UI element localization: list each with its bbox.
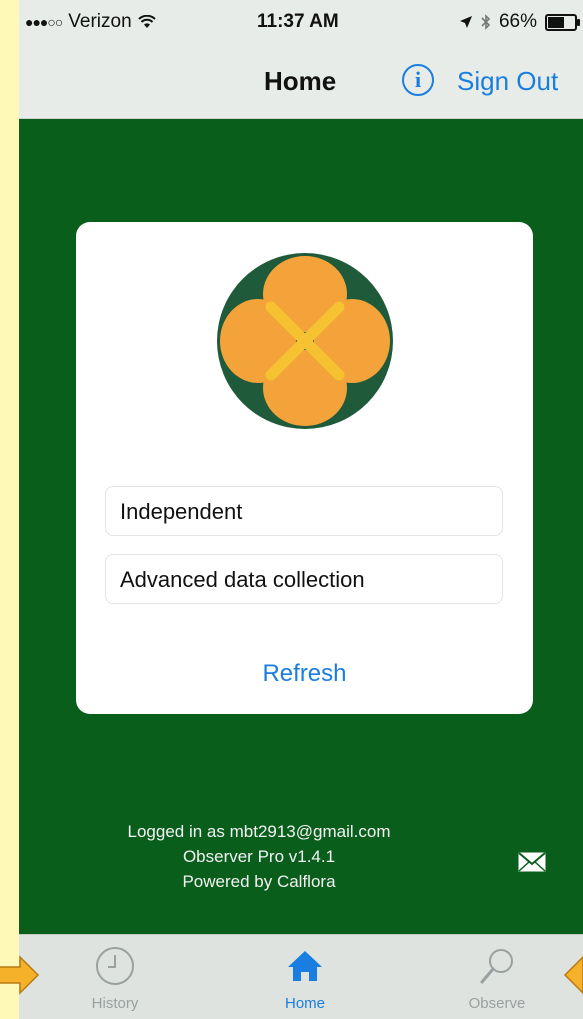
page-title: Home	[264, 66, 337, 96]
tab-bar: History Home Observe	[19, 934, 583, 1019]
sign-out-button[interactable]: Sign Out	[457, 66, 558, 97]
callout-arrow-right-icon	[0, 955, 40, 995]
status-bar: ●●●○○ Verizon 11:37 AM 66%	[19, 0, 583, 46]
battery-icon	[545, 13, 580, 31]
location-arrow-icon	[459, 16, 472, 28]
tab-history-label: History	[91, 995, 139, 1012]
home-card: Independent Advanced data collection Ref…	[76, 222, 533, 714]
tab-observe-label: Observe	[468, 995, 526, 1012]
clock-text: 11:37 AM	[257, 11, 339, 32]
callout-arrow-left-icon	[563, 955, 583, 995]
tab-history[interactable]: History	[55, 945, 175, 1012]
home-icon	[288, 951, 322, 981]
magnifier-icon	[480, 949, 513, 984]
navigation-bar: Home i Sign Out	[19, 46, 583, 119]
mail-icon[interactable]	[518, 852, 546, 872]
main-content: Independent Advanced data collection Ref…	[19, 119, 583, 934]
refresh-button[interactable]: Refresh	[76, 660, 533, 688]
group-field-independent[interactable]: Independent	[105, 486, 503, 536]
battery-percent: 66%	[498, 11, 537, 32]
bluetooth-icon	[481, 14, 491, 30]
carrier-group: ●●●○○ Verizon	[25, 11, 156, 33]
carrier-name: Verizon	[68, 11, 132, 32]
powered-by-text: Powered by Calflora	[182, 872, 336, 891]
phone-screen: ●●●○○ Verizon 11:37 AM 66% Home i Sign O…	[19, 0, 583, 1019]
version-text: Observer Pro v1.4.1	[182, 847, 336, 866]
calflora-logo-icon	[217, 253, 393, 429]
tab-home[interactable]: Home	[245, 945, 365, 1012]
status-right: 66%	[459, 11, 580, 33]
tab-observe[interactable]: Observe	[437, 945, 557, 1012]
wifi-icon	[137, 15, 156, 28]
signal-icon: ●●●○○	[25, 14, 63, 30]
mode-field-advanced[interactable]: Advanced data collection	[105, 554, 503, 604]
account-info: Logged in as mbt2913@gmail.com Observer …	[109, 819, 409, 894]
info-icon[interactable]: i	[402, 64, 434, 96]
clock-icon	[96, 947, 134, 985]
logged-in-text: Logged in as mbt2913@gmail.com	[127, 822, 391, 841]
tab-home-label: Home	[284, 995, 325, 1012]
